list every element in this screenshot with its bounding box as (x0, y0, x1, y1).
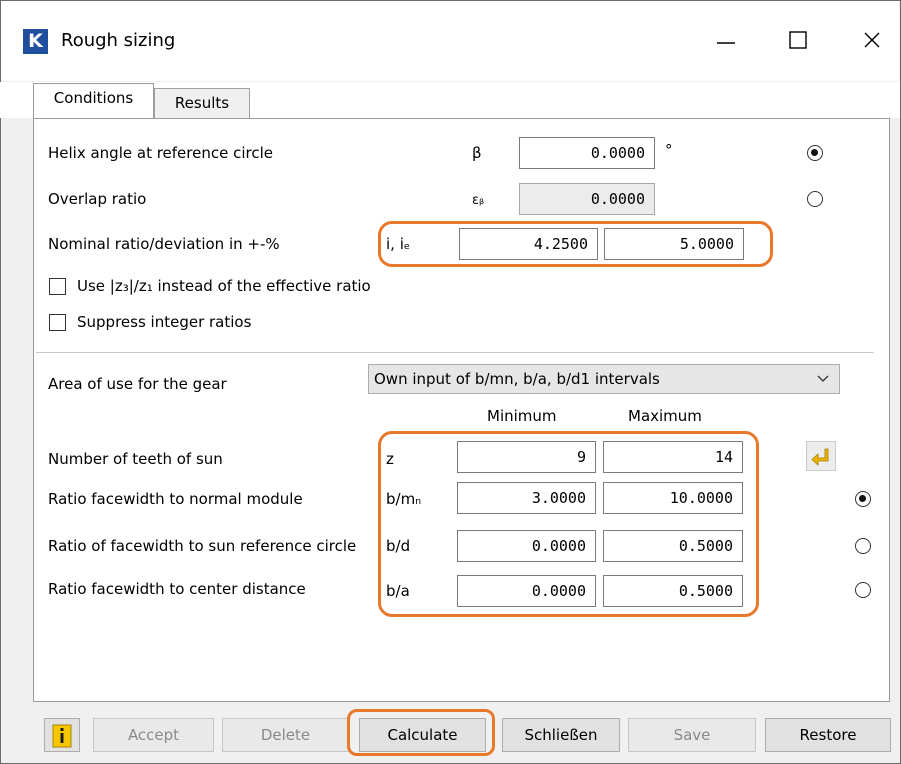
b-a-max-input[interactable]: 0.5000 (603, 575, 743, 607)
area-of-use-value: Own input of b/mn, b/a, b/d1 intervals (374, 370, 660, 388)
nominal-ratio-input[interactable]: 4.2500 (459, 228, 598, 260)
restore-button[interactable]: Restore (765, 718, 891, 752)
b-d-radio[interactable] (855, 538, 871, 554)
b-d-label: Ratio of facewidth to sun reference circ… (48, 537, 357, 555)
suppress-integer-label: Suppress integer ratios (77, 313, 252, 331)
maximize-icon[interactable] (778, 22, 818, 58)
return-arrow-icon (811, 448, 829, 466)
chevron-down-icon (817, 365, 829, 402)
b-mn-min-input[interactable]: 3.0000 (457, 482, 596, 514)
area-of-use-label: Area of use for the gear (48, 375, 227, 393)
app-logo-icon: K (23, 29, 48, 54)
section-divider (36, 352, 874, 353)
minimum-header: Minimum (487, 407, 557, 425)
b-a-radio[interactable] (855, 582, 871, 598)
helix-angle-label: Helix angle at reference circle (48, 144, 273, 162)
overlap-ratio-radio[interactable] (807, 191, 823, 207)
b-d-symbol: b/d (386, 537, 411, 555)
helix-angle-symbol: β (472, 144, 482, 162)
b-a-min-input[interactable]: 0.0000 (457, 575, 596, 607)
teeth-label: Number of teeth of sun (48, 450, 223, 468)
use-ratio-checkbox[interactable] (49, 278, 66, 295)
b-mn-radio[interactable] (855, 491, 871, 507)
b-d-min-input[interactable]: 0.0000 (457, 530, 596, 562)
tab-conditions[interactable]: Conditions (33, 83, 154, 120)
info-icon (52, 724, 72, 748)
b-a-symbol: b/a (386, 582, 410, 600)
maximum-header: Maximum (628, 407, 702, 425)
nominal-ratio-label: Nominal ratio/deviation in +-% (48, 235, 280, 253)
save-button[interactable]: Save (628, 718, 756, 752)
calculate-highlight (347, 709, 495, 756)
ratio-deviation-input[interactable]: 5.0000 (604, 228, 744, 260)
use-ratio-label: Use |z₃|/z₁ instead of the effective rat… (77, 277, 371, 295)
teeth-min-input[interactable]: 9 (457, 441, 596, 473)
b-mn-symbol: b/mₙ (386, 490, 422, 508)
teeth-max-input[interactable]: 14 (603, 441, 743, 473)
suppress-integer-checkbox[interactable] (49, 314, 66, 331)
overlap-ratio-label: Overlap ratio (48, 190, 147, 208)
helix-angle-input[interactable]: 0.0000 (519, 137, 655, 169)
tab-results[interactable]: Results (154, 88, 250, 119)
apply-arrow-button[interactable] (806, 441, 836, 471)
nominal-ratio-symbol: i, iₑ (386, 235, 411, 253)
helix-angle-radio[interactable] (807, 145, 823, 161)
window-title: Rough sizing (61, 30, 176, 51)
accept-button[interactable]: Accept (93, 718, 214, 752)
overlap-ratio-symbol: εᵦ (472, 193, 485, 208)
b-mn-max-input[interactable]: 10.0000 (603, 482, 743, 514)
close-button[interactable]: Schließen (502, 718, 620, 752)
area-of-use-dropdown[interactable]: Own input of b/mn, b/a, b/d1 intervals (368, 364, 840, 394)
b-mn-label: Ratio facewidth to normal module (48, 490, 303, 508)
overlap-ratio-input: 0.0000 (519, 183, 655, 215)
info-button[interactable] (44, 718, 80, 752)
close-icon[interactable] (852, 22, 892, 58)
minimize-icon[interactable] (706, 22, 746, 58)
teeth-symbol: z (386, 450, 394, 468)
helix-angle-unit: ° (665, 141, 673, 159)
b-a-label: Ratio facewidth to center distance (48, 580, 306, 598)
delete-button[interactable]: Delete (222, 718, 349, 752)
b-d-max-input[interactable]: 0.5000 (603, 530, 743, 562)
